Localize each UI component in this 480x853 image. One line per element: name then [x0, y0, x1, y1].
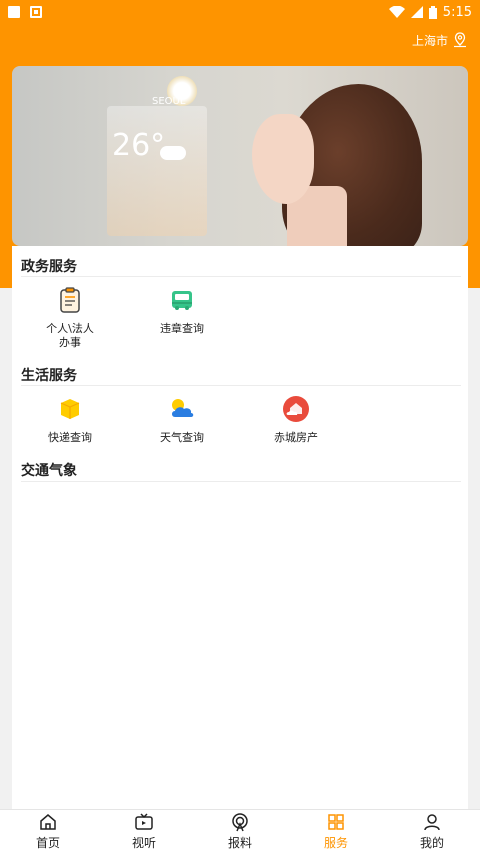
- grid-icon: [328, 814, 344, 830]
- weather-icon: [172, 399, 194, 417]
- section-title-traffic-weather: 交通气象: [21, 463, 77, 479]
- home-icon: [40, 814, 56, 830]
- service-label: 违章查询: [160, 322, 204, 335]
- tab-label: 报料: [227, 836, 252, 850]
- banner-image[interactable]: SEOUL 26°: [12, 66, 468, 246]
- battery-icon: [428, 5, 437, 19]
- tab-label: 我的: [419, 836, 444, 850]
- tv-icon: [135, 813, 153, 830]
- tab-report[interactable]: 报料: [192, 810, 288, 853]
- status-time: 5:15: [442, 4, 472, 20]
- divider: [21, 276, 461, 277]
- woman-face-graphic: [252, 114, 314, 204]
- service-label: 个人\法人 办事: [46, 322, 94, 349]
- service-label: 天气查询: [160, 431, 204, 444]
- divider: [21, 481, 461, 482]
- banner-city-label: SEOUL: [152, 96, 186, 107]
- status-bar: 5:15: [0, 0, 480, 24]
- wifi-icon: [388, 6, 405, 18]
- city-label: 上海市: [411, 33, 448, 48]
- clipboard-icon: [60, 287, 80, 313]
- signal-icon: [410, 6, 423, 18]
- cloud-icon: [160, 146, 186, 160]
- city-selector[interactable]: 上海市: [412, 30, 468, 50]
- tab-label: 首页: [35, 836, 60, 850]
- notification-photo-icon: [30, 6, 42, 18]
- tab-mine[interactable]: 我的: [384, 810, 480, 853]
- notification-square-icon: [8, 6, 20, 18]
- divider: [21, 385, 461, 386]
- broadcast-icon: [232, 813, 248, 832]
- service-express-query[interactable]: 快递查询: [15, 395, 125, 445]
- section-title-life: 生活服务: [21, 368, 77, 384]
- bus-icon: [172, 291, 192, 310]
- package-icon: [60, 399, 80, 419]
- service-violation-query[interactable]: 违章查询: [127, 286, 237, 336]
- tab-media[interactable]: 视听: [96, 810, 192, 853]
- services-panel: 政务服务 个人\法人 办事 违章查询 生活服务 快递查询 天气查询 赤城房产 交…: [12, 246, 468, 809]
- service-weather-query[interactable]: 天气查询: [127, 395, 237, 445]
- section-title-government: 政务服务: [21, 259, 77, 275]
- tab-services[interactable]: 服务: [288, 810, 384, 853]
- tab-label: 视听: [131, 836, 156, 850]
- bottom-tab-bar: 首页 视听 报料 服务 我的: [0, 809, 480, 853]
- service-label: 快递查询: [48, 431, 92, 444]
- tab-label: 服务: [323, 836, 348, 850]
- location-pin-icon: [454, 32, 466, 48]
- service-chicheng-housing[interactable]: 赤城房产: [241, 395, 351, 445]
- weather-panel-graphic: [107, 106, 207, 236]
- service-label: 赤城房产: [274, 431, 318, 444]
- tab-home[interactable]: 首页: [0, 810, 96, 853]
- person-icon: [424, 814, 440, 831]
- service-personal-affairs[interactable]: 个人\法人 办事: [15, 286, 125, 350]
- house-cloud-icon: [283, 396, 309, 422]
- banner-temperature: 26°: [112, 128, 166, 163]
